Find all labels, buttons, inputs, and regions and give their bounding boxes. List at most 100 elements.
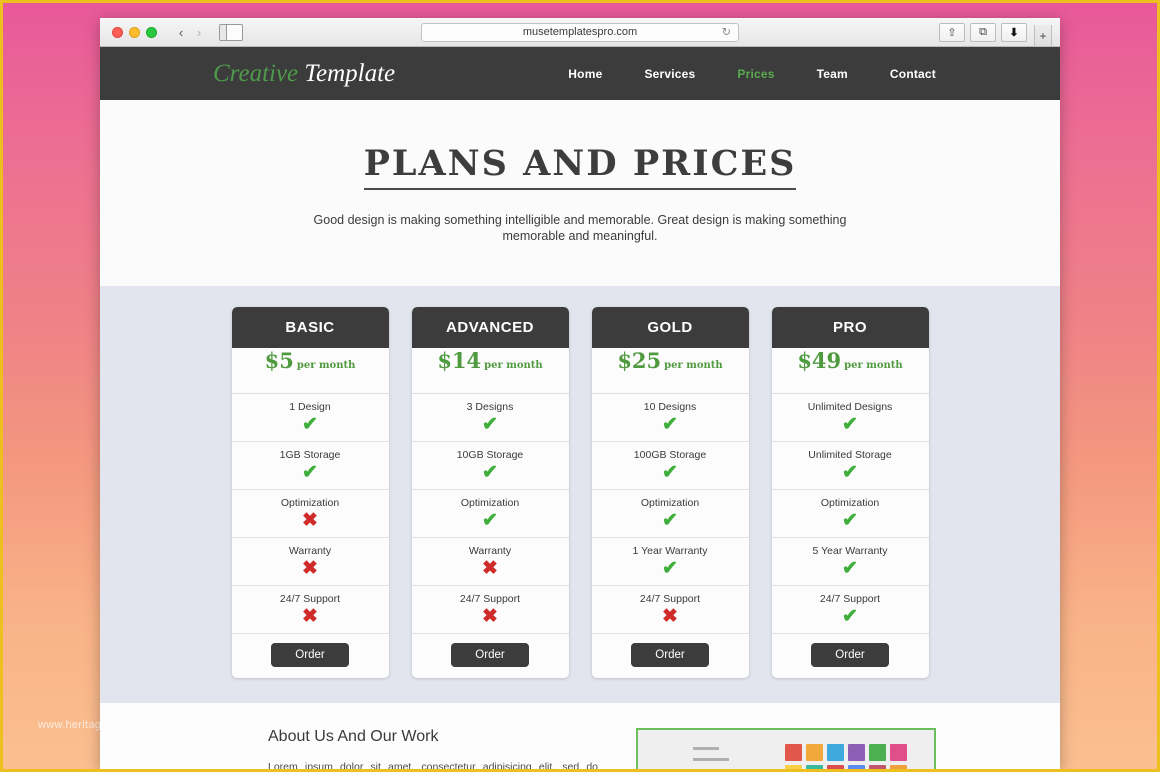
reload-icon[interactable]: ↻ xyxy=(722,26,731,39)
check-icon: ✔ xyxy=(662,558,678,579)
nav-item-contact[interactable]: Contact xyxy=(890,67,936,81)
photo-color-tile xyxy=(848,765,865,772)
order-button[interactable]: Order xyxy=(631,643,709,667)
pricing-card-price: $5 per month xyxy=(231,348,389,394)
feature-label: Unlimited Storage xyxy=(808,449,892,461)
cross-icon: ✖ xyxy=(662,606,678,627)
hero-subtitle: Good design is making something intellig… xyxy=(313,213,847,243)
cross-icon: ✖ xyxy=(302,558,318,579)
hero-section: PLANS AND PRICES Good design is making s… xyxy=(100,100,1060,286)
feature-label: 1 Design xyxy=(289,401,331,413)
pricing-feature-row: 10 Designs ✔ xyxy=(591,394,749,442)
pricing-feature-row: 1GB Storage ✔ xyxy=(231,442,389,490)
pricing-feature-row: 24/7 Support ✖ xyxy=(411,586,569,634)
nav-item-home[interactable]: Home xyxy=(568,67,602,81)
pricing-card-price: $49 per month xyxy=(771,348,929,394)
pricing-card: PRO $49 per month Unlimited Designs ✔ Unlimit… xyxy=(771,307,929,678)
photo-color-tile xyxy=(848,744,865,761)
feature-label: Optimization xyxy=(820,497,880,509)
price-period-label: per month xyxy=(484,360,543,371)
pricing-feature-row: 10GB Storage ✔ xyxy=(411,442,569,490)
pricing-feature-row: Warranty ✖ xyxy=(411,538,569,586)
photo-text-line xyxy=(693,747,719,750)
forward-icon[interactable]: › xyxy=(191,23,207,41)
order-button[interactable]: Order xyxy=(811,643,889,667)
pricing-card: BASIC $5 per month 1 Design ✔ 1GB Storage ✔ Opt… xyxy=(231,307,389,678)
pricing-card-title: PRO xyxy=(771,307,929,348)
feature-label: 5 Year Warranty xyxy=(812,545,888,557)
navigation-buttons: ‹ › xyxy=(173,23,207,41)
new-tab-icon[interactable]: + xyxy=(1034,25,1052,47)
browser-toolbar: ‹ › musetemplatespro.com ↻ ⇧ ⧉ ⬇ + xyxy=(100,18,1060,47)
photo-color-tile xyxy=(827,765,844,772)
cross-icon: ✖ xyxy=(302,606,318,627)
window-controls xyxy=(112,26,157,38)
check-icon: ✔ xyxy=(662,510,678,531)
pricing-card: ADVANCED $14 per month 3 Designs ✔ 10GB Stora… xyxy=(411,307,569,678)
cross-icon: ✖ xyxy=(482,606,498,627)
feature-label: Optimization xyxy=(280,497,340,509)
check-icon: ✔ xyxy=(482,510,498,531)
photo-color-tile xyxy=(869,744,886,761)
feature-label: 24/7 Support xyxy=(639,593,701,605)
about-body: Lorem ipsum dolor sit amet, consectetur … xyxy=(268,761,598,772)
site-logo[interactable]: Creative Template xyxy=(213,60,395,88)
pricing-feature-row: Optimization ✖ xyxy=(231,490,389,538)
pricing-card-list: BASIC $5 per month 1 Design ✔ 1GB Storage ✔ Opt… xyxy=(100,307,1060,678)
check-icon: ✔ xyxy=(842,558,858,579)
check-icon: ✔ xyxy=(302,414,318,435)
close-window-button[interactable] xyxy=(112,26,123,38)
toolbar-actions: ⇧ ⧉ ⬇ + xyxy=(939,18,1054,47)
nav-item-team[interactable]: Team xyxy=(817,67,848,81)
pricing-feature-row: Optimization ✔ xyxy=(411,490,569,538)
photo-color-tile xyxy=(890,744,907,761)
feature-label: Warranty xyxy=(288,545,332,557)
pricing-feature-row: 3 Designs ✔ xyxy=(411,394,569,442)
check-icon: ✔ xyxy=(842,462,858,483)
pricing-feature-row: 24/7 Support ✖ xyxy=(591,586,749,634)
about-title: About Us And Our Work xyxy=(268,728,439,745)
photo-text-line xyxy=(693,758,729,761)
check-icon: ✔ xyxy=(842,606,858,627)
pricing-feature-row: 24/7 Support ✔ xyxy=(771,586,929,634)
feature-label: 10GB Storage xyxy=(456,449,524,461)
share-icon[interactable]: ⇧ xyxy=(939,22,965,42)
pricing-feature-row: Unlimited Storage ✔ xyxy=(771,442,929,490)
price-period-label: per month xyxy=(296,360,356,371)
pricing-feature-row: Unlimited Designs ✔ xyxy=(771,394,929,442)
logo-text-creative: Creative xyxy=(213,59,299,87)
zoom-window-button[interactable] xyxy=(146,26,157,38)
feature-label: Warranty xyxy=(468,545,512,557)
sidebar-toggle-icon[interactable] xyxy=(219,23,243,41)
address-bar[interactable]: musetemplatespro.com ↻ xyxy=(421,22,739,42)
download-icon[interactable]: ⬇ xyxy=(1001,22,1027,42)
photo-color-tile xyxy=(827,744,844,761)
check-icon: ✔ xyxy=(482,414,498,435)
order-button[interactable]: Order xyxy=(451,643,529,667)
order-button[interactable]: Order xyxy=(271,643,349,667)
check-icon: ✔ xyxy=(842,414,858,435)
price-amount: $25 xyxy=(617,348,662,373)
tabs-overview-icon[interactable]: ⧉ xyxy=(970,22,996,42)
url-text: musetemplatespro.com xyxy=(522,26,638,38)
pricing-card: GOLD $25 per month 10 Designs ✔ 100GB Storage… xyxy=(591,307,749,678)
browser-window: ‹ › musetemplatespro.com ↻ ⇧ ⧉ ⬇ + Creat… xyxy=(100,18,1060,772)
feature-label: 10 Designs xyxy=(643,401,697,413)
nav-item-services[interactable]: Services xyxy=(644,67,695,81)
nav-item-prices[interactable]: Prices xyxy=(737,67,774,81)
cross-icon: ✖ xyxy=(302,510,318,531)
pricing-card-footer: Order xyxy=(412,634,569,678)
cross-icon: ✖ xyxy=(482,558,498,579)
check-icon: ✔ xyxy=(302,462,318,483)
price-amount: $14 xyxy=(437,348,482,373)
pricing-card-price: $14 per month xyxy=(411,348,569,394)
main-navigation: Home Services Prices Team Contact xyxy=(568,67,936,81)
minimize-window-button[interactable] xyxy=(129,26,140,38)
back-icon[interactable]: ‹ xyxy=(173,23,189,41)
pricing-card-footer: Order xyxy=(592,634,749,678)
feature-label: Optimization xyxy=(640,497,700,509)
pricing-feature-row: Optimization ✔ xyxy=(771,490,929,538)
price-period-label: per month xyxy=(664,360,723,371)
feature-label: 24/7 Support xyxy=(459,593,521,605)
photo-color-tile xyxy=(806,744,823,761)
